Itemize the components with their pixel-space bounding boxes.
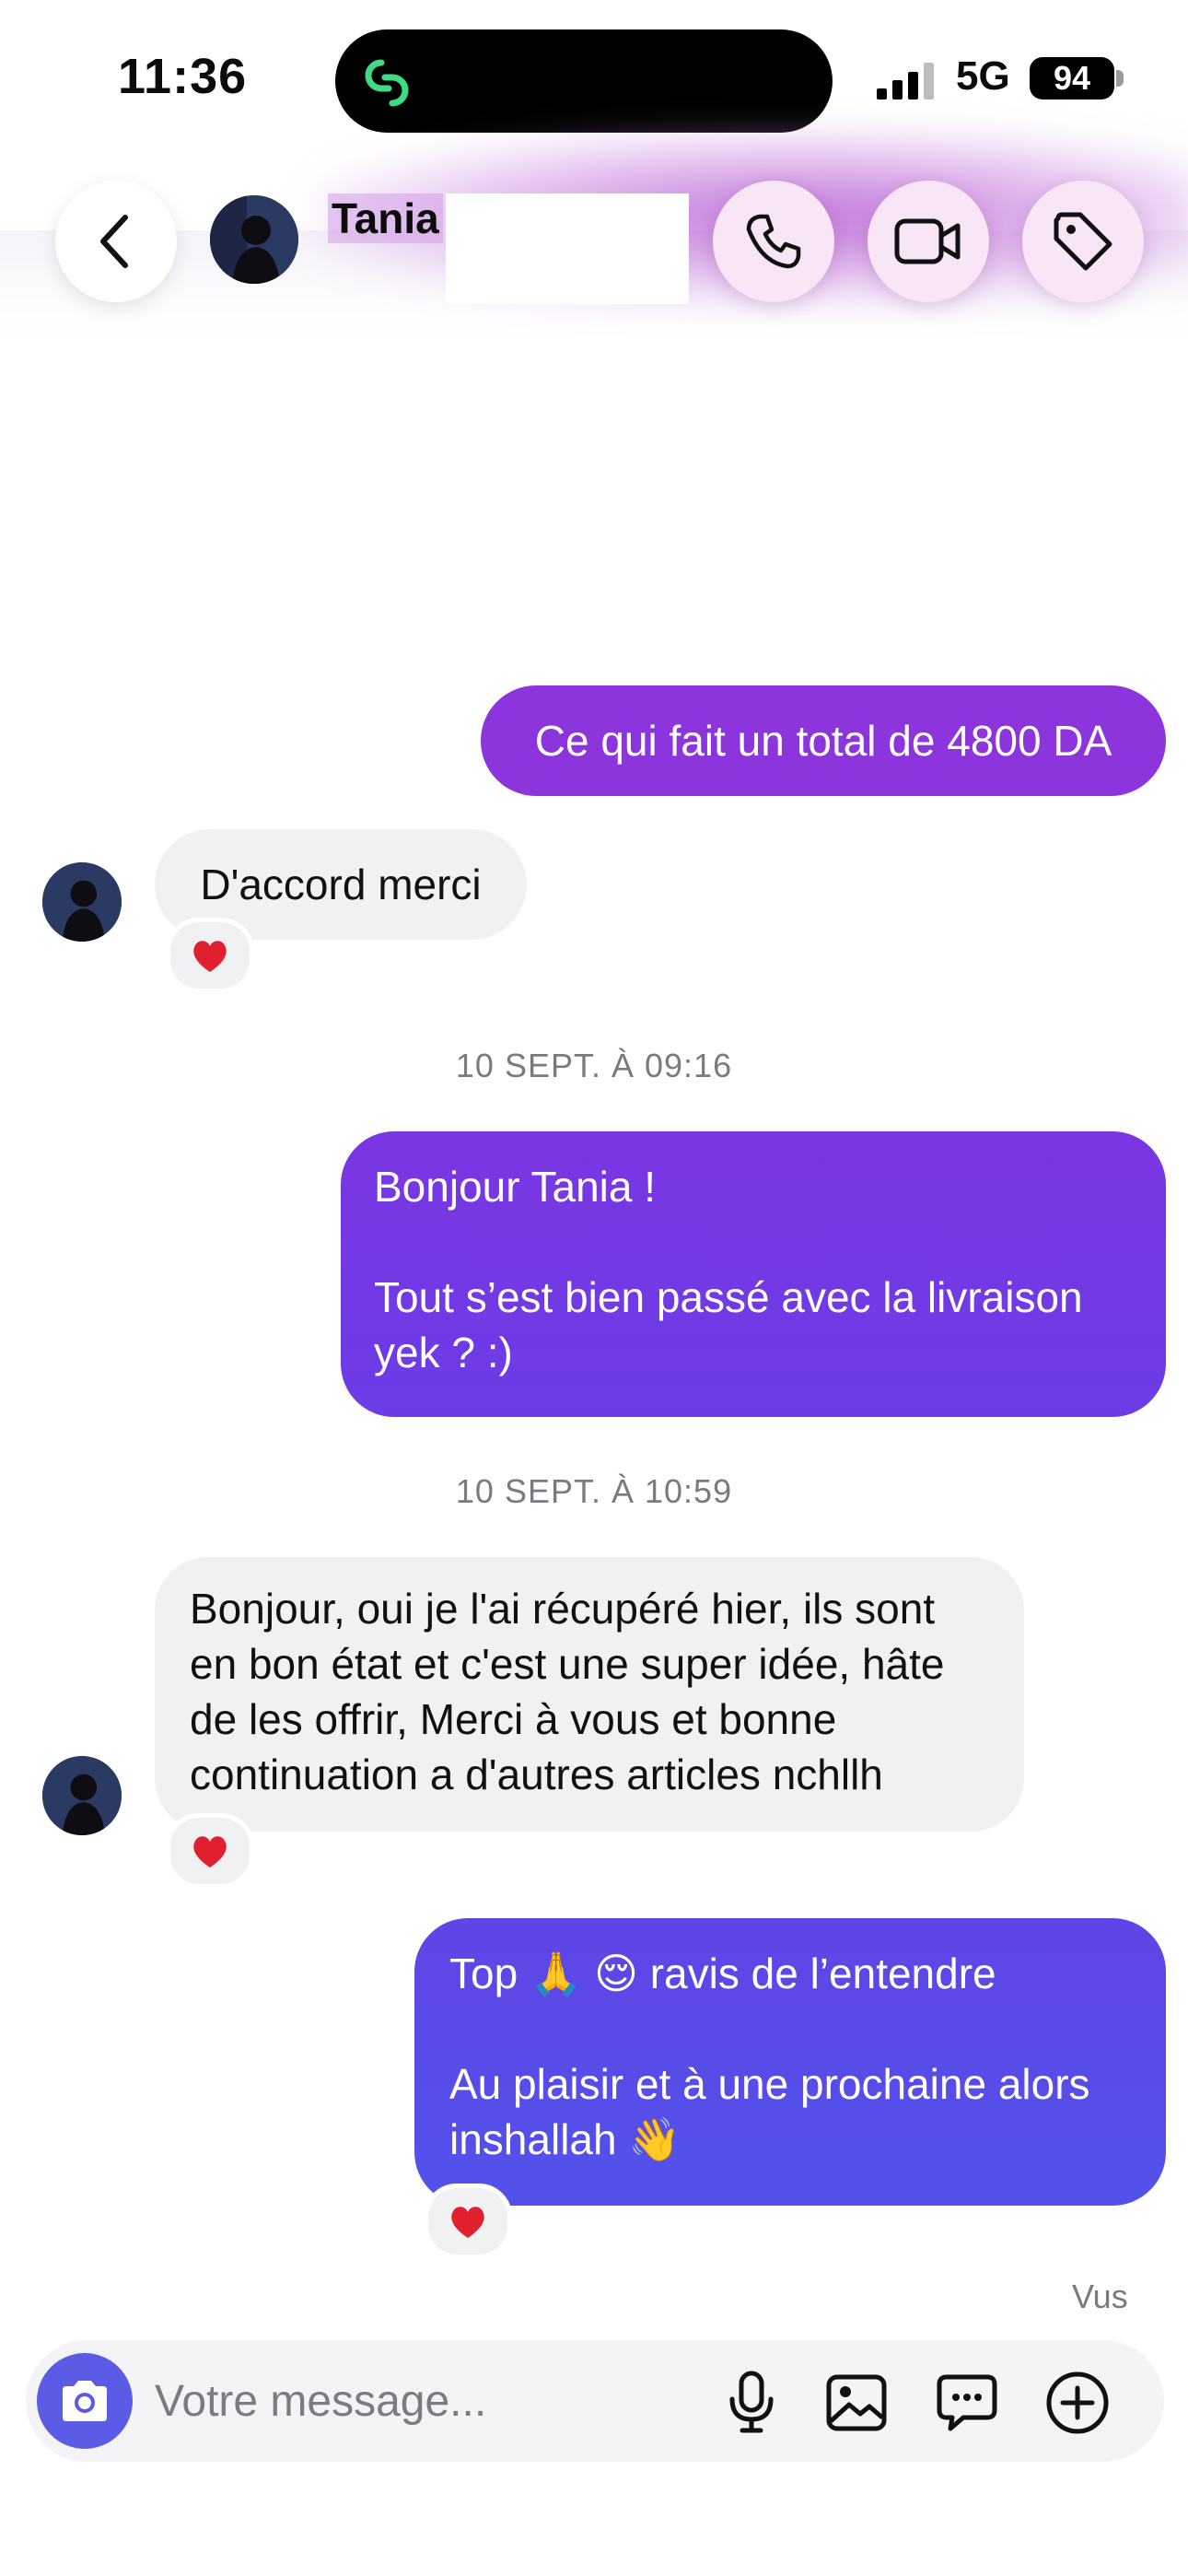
tag-button[interactable]	[1022, 181, 1144, 302]
contact-avatar[interactable]	[210, 195, 298, 284]
message-reaction[interactable]	[166, 1813, 254, 1889]
back-chevron-icon	[100, 215, 128, 268]
message-reaction[interactable]	[424, 2184, 512, 2259]
seen-indicator: Vus	[1072, 2277, 1128, 2315]
image-icon	[826, 2374, 887, 2431]
message-bubble-outgoing[interactable]: Top 🙏 😌 ravis de l’entendre Au plaisir e…	[414, 1918, 1166, 2206]
message-reaction[interactable]	[166, 918, 254, 993]
camera-icon	[63, 2381, 107, 2421]
more-options-button[interactable]	[1039, 2364, 1116, 2441]
voice-message-button[interactable]	[713, 2364, 790, 2441]
phone-icon	[746, 214, 801, 269]
sender-avatar[interactable]	[42, 1756, 122, 1835]
heart-icon	[451, 2207, 484, 2238]
plus-circle-icon	[1046, 2371, 1109, 2434]
date-separator: 10 SEPT. À 10:59	[455, 1472, 733, 1510]
back-button[interactable]	[55, 181, 177, 302]
battery-indicator: 94	[1030, 57, 1114, 100]
status-time: 11:36	[118, 49, 248, 104]
video-camera-icon	[894, 218, 961, 264]
tag-icon	[1054, 212, 1112, 271]
battery-cap	[1116, 70, 1124, 87]
date-separator: 10 SEPT. À 09:16	[455, 1047, 733, 1084]
heart-icon	[193, 1836, 227, 1868]
sender-avatar[interactable]	[42, 862, 122, 942]
redacted-area	[446, 193, 689, 304]
video-call-button[interactable]	[868, 181, 989, 302]
cellular-signal-icon	[875, 61, 939, 101]
network-label: 5G	[956, 53, 1010, 99]
message-bubble-incoming[interactable]: Bonjour, oui je l'ai récupéré hier, ils …	[155, 1557, 1024, 1832]
call-button[interactable]	[713, 181, 834, 302]
sticker-button[interactable]	[928, 2364, 1006, 2441]
heart-icon	[193, 941, 227, 972]
message-bubble-outgoing[interactable]: Bonjour Tania ! Tout s’est bien passé av…	[341, 1131, 1166, 1417]
camera-button[interactable]	[37, 2353, 133, 2449]
microphone-icon	[729, 2371, 774, 2433]
contact-name[interactable]: Tania	[328, 193, 443, 243]
message-input[interactable]	[155, 2364, 689, 2438]
message-bubble-outgoing[interactable]: Ce qui fait un total de 4800 DA	[481, 685, 1166, 796]
gallery-button[interactable]	[818, 2364, 895, 2441]
app-logo-icon	[354, 50, 420, 116]
sticker-icon	[937, 2374, 997, 2431]
